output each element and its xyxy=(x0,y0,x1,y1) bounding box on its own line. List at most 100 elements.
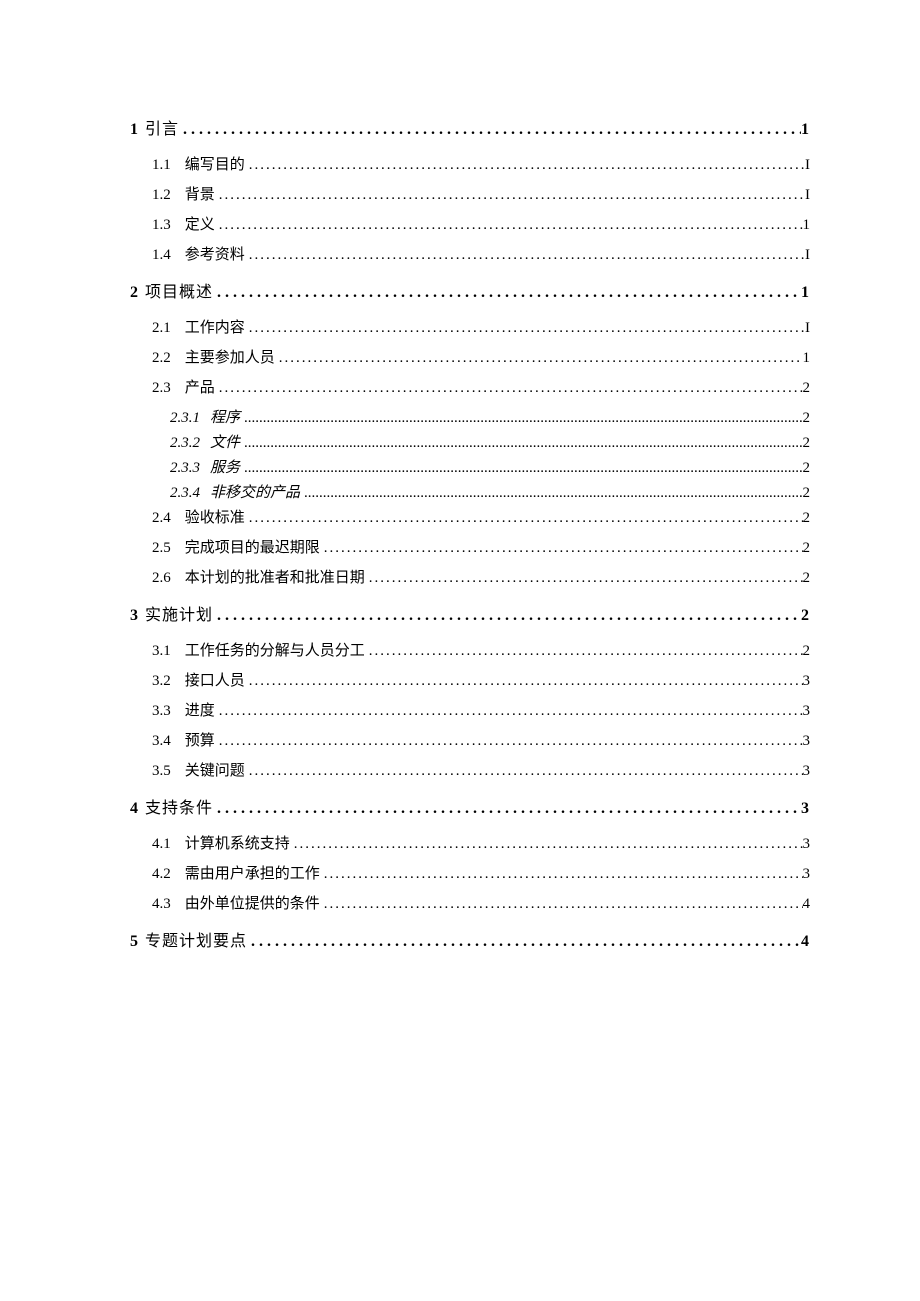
toc-entry: 5专题计划要点.................................… xyxy=(130,927,810,951)
table-of-contents: 1 引言.....................................… xyxy=(130,115,810,951)
toc-entry-page: 2 xyxy=(803,510,811,527)
toc-entry-number: 1.1 xyxy=(152,157,171,174)
toc-entry: 2.2主要参加人员...............................… xyxy=(130,346,810,367)
toc-entry-title: 支持条件 xyxy=(145,794,213,818)
toc-entry-title: 工作任务的分解与人员分工 xyxy=(185,639,365,660)
toc-leader-dots: ........................................… xyxy=(215,733,803,750)
toc-entry-number: 2.3.3 xyxy=(170,460,200,477)
toc-entry-number: 2.4 xyxy=(152,510,171,527)
toc-entry-page: 2 xyxy=(803,410,811,427)
toc-entry-page: I xyxy=(805,320,810,337)
toc-entry: 2.5 完成项目的最迟期限............................… xyxy=(130,536,810,557)
toc-entry: 2.3.1 程序.................................… xyxy=(130,406,810,427)
toc-entry: 3.5 关键问题.................................… xyxy=(130,759,810,780)
toc-leader-dots: ........................................… xyxy=(213,284,801,302)
toc-leader-dots: ........................................… xyxy=(245,673,803,690)
toc-entry: 4.3由外单位提供的条件............................… xyxy=(130,892,810,913)
toc-entry: 3.3进度...................................… xyxy=(130,699,810,720)
toc-entry: 1引言.....................................… xyxy=(130,115,810,139)
toc-entry: 1.1 编写目的.................................… xyxy=(130,153,810,174)
toc-leader-dots: ........................................… xyxy=(215,380,803,397)
toc-leader-dots: ........................................… xyxy=(245,157,805,174)
toc-entry-page: 3 xyxy=(803,733,811,750)
toc-entry: 2.3.4非移交的产品.............................… xyxy=(130,481,810,502)
toc-entry-number: 3.5 xyxy=(152,763,171,780)
toc-entry-title: 进度 xyxy=(185,699,215,720)
toc-leader-dots: ........................................… xyxy=(320,866,803,883)
toc-leader-dots: ........................................… xyxy=(240,460,802,477)
toc-entry-number: 3.1 xyxy=(152,643,171,660)
toc-leader-dots: ........................................… xyxy=(213,607,801,625)
toc-entry-number: 4.2 xyxy=(152,866,171,883)
toc-entry-number: 1.4 xyxy=(152,247,171,264)
toc-entry-title: 参考资料 xyxy=(185,243,245,264)
toc-leader-dots: ........................................… xyxy=(365,643,803,660)
toc-entry-number: 2.3.1 xyxy=(170,410,200,427)
toc-entry: 2.4验收标准.................................… xyxy=(130,506,810,527)
toc-leader-dots: ........................................… xyxy=(245,320,805,337)
toc-entry-title: 非移交的产品 xyxy=(210,481,300,502)
toc-entry-number: 5 xyxy=(130,933,139,950)
toc-leader-dots: ........................................… xyxy=(300,485,802,502)
toc-entry-number: 4.1 xyxy=(152,836,171,853)
toc-entry: 2项目概述...................................… xyxy=(130,278,810,302)
toc-entry-page: 4 xyxy=(801,933,810,951)
toc-entry-title: 需由用户承担的工作 xyxy=(185,862,320,883)
toc-entry-number: 1 xyxy=(130,121,139,138)
toc-entry-title: 编写目的 xyxy=(185,153,245,174)
toc-leader-dots: ........................................… xyxy=(215,187,805,204)
toc-entry-page: 1 xyxy=(801,284,810,302)
toc-entry-number: 1.2 xyxy=(152,187,171,204)
toc-leader-dots: ........................................… xyxy=(215,703,803,720)
toc-entry-page: 3 xyxy=(803,836,811,853)
toc-entry-title: 文件 xyxy=(210,431,240,452)
toc-entry-number: 2.6 xyxy=(152,570,171,587)
toc-entry-title: 主要参加人员 xyxy=(185,346,275,367)
toc-leader-dots: ........................................… xyxy=(320,540,803,557)
toc-entry: 4.1 计算机系统支持..............................… xyxy=(130,832,810,853)
toc-leader-dots: ........................................… xyxy=(320,896,803,913)
toc-entry-title: 程序 xyxy=(210,406,240,427)
toc-entry-page: I xyxy=(805,247,810,264)
toc-entry-title: 实施计划 xyxy=(145,601,213,625)
toc-entry-number: 1.3 xyxy=(152,217,171,234)
toc-entry-page: 2 xyxy=(803,460,811,477)
toc-entry: 2.3.2文件.................................… xyxy=(130,431,810,452)
toc-entry-page: I xyxy=(805,187,810,204)
toc-entry: 3实施计划...................................… xyxy=(130,601,810,625)
toc-entry-title: 定义 xyxy=(185,213,215,234)
toc-entry-title: 预算 xyxy=(185,729,215,750)
toc-leader-dots: ........................................… xyxy=(215,217,803,234)
toc-entry-page: 2 xyxy=(803,485,811,502)
toc-entry-page: 3 xyxy=(801,800,810,818)
toc-entry: 4.2 需由用户承担的工作............................… xyxy=(130,862,810,883)
toc-entry: 2.6本计划的批准者和批准日期.........................… xyxy=(130,566,810,587)
toc-entry-page: 1 xyxy=(801,121,810,139)
toc-entry-number: 2.3 xyxy=(152,380,171,397)
toc-leader-dots: ........................................… xyxy=(245,763,803,780)
toc-entry-page: 3 xyxy=(803,703,811,720)
toc-entry-page: 2 xyxy=(801,607,810,625)
toc-leader-dots: ........................................… xyxy=(240,410,802,427)
toc-entry-title: 验收标准 xyxy=(185,506,245,527)
toc-entry-title: 关键问题 xyxy=(185,759,245,780)
toc-entry: 3.1 工作任务的分解与人员分工.........................… xyxy=(130,639,810,660)
toc-entry: 2.1工作内容.................................… xyxy=(130,316,810,337)
toc-entry: 3.4 预算...................................… xyxy=(130,729,810,750)
toc-leader-dots: ........................................… xyxy=(290,836,803,853)
toc-entry-number: 2.5 xyxy=(152,540,171,557)
toc-entry: 1.2背景...................................… xyxy=(130,183,810,204)
toc-entry-title: 接口人员 xyxy=(185,669,245,690)
toc-leader-dots: ........................................… xyxy=(365,570,803,587)
toc-entry-title: 计算机系统支持 xyxy=(185,832,290,853)
toc-entry: 2.3.3服务.................................… xyxy=(130,456,810,477)
toc-entry-title: 完成项目的最迟期限 xyxy=(185,536,320,557)
toc-entry-page: 3 xyxy=(803,673,811,690)
toc-entry-title: 引言 xyxy=(145,115,179,139)
toc-leader-dots: ........................................… xyxy=(275,350,803,367)
toc-entry: 3.2接口人员.................................… xyxy=(130,669,810,690)
toc-entry-number: 3.4 xyxy=(152,733,171,750)
toc-entry: 4支持条件...................................… xyxy=(130,794,810,818)
toc-entry-number: 4.3 xyxy=(152,896,171,913)
toc-entry-page: 1 xyxy=(803,350,811,367)
